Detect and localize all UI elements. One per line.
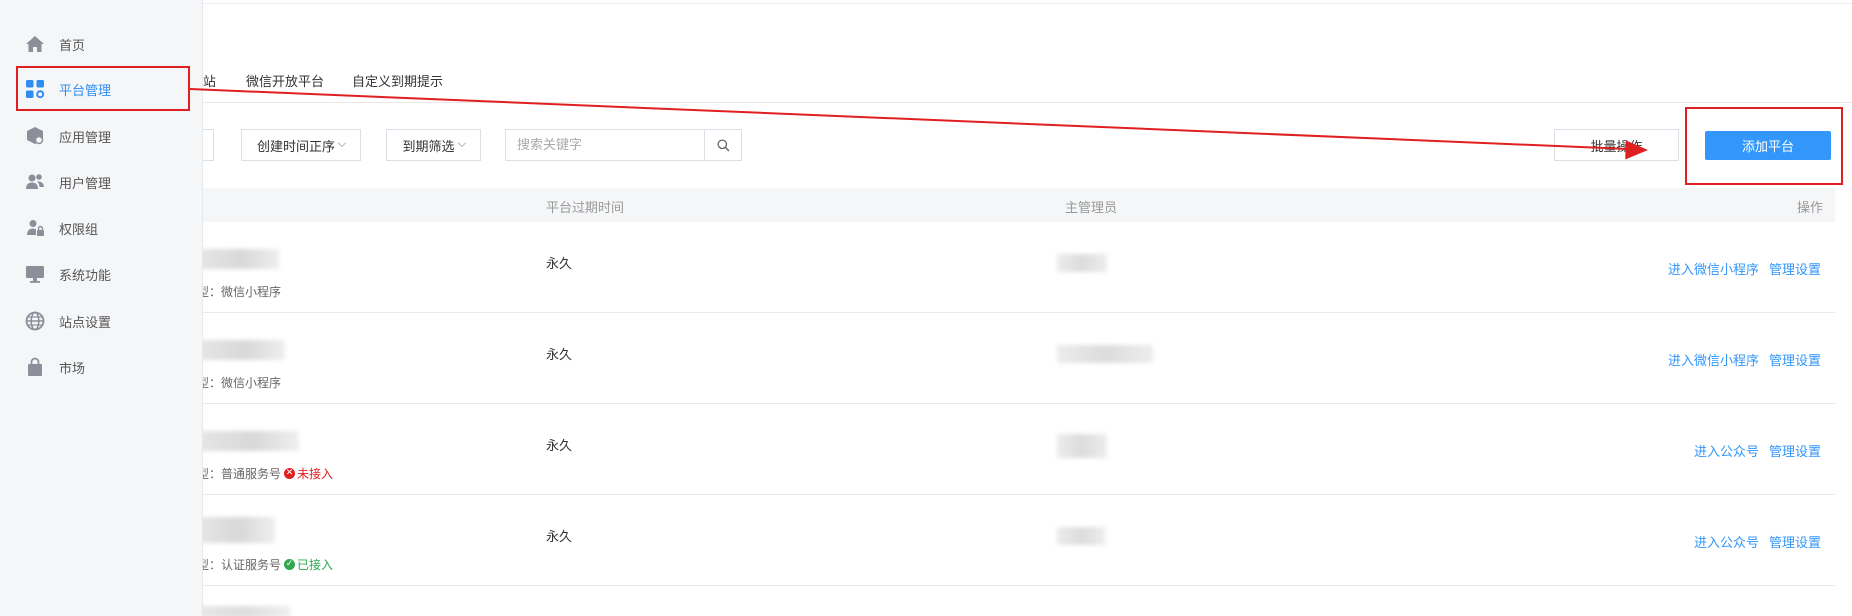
- filter-select-partial[interactable]: [203, 129, 214, 161]
- platform-type: 型：微信小程序: [197, 285, 282, 299]
- manage-settings-link[interactable]: 管理设置: [1769, 532, 1821, 551]
- blurred-platform-name: [197, 249, 279, 269]
- check-circle-icon: ✓: [284, 559, 296, 570]
- table-row: 型：认证服务号 ✓ 已接入 永久 进入公众号 管理设置: [197, 495, 1835, 586]
- expiry-value: 永久: [546, 530, 573, 545]
- column-header-expiry: 平台过期时间: [546, 201, 625, 216]
- table-row: 型：微信小程序 永久 进入微信小程序 管理设置: [197, 313, 1835, 404]
- users-icon: [25, 172, 45, 192]
- status-badge: ✕ 未接入: [284, 467, 334, 481]
- blurred-admin-name: [1057, 527, 1105, 545]
- status-badge: ✓ 已接入: [284, 558, 334, 572]
- enter-platform-link[interactable]: 进入公众号: [1694, 441, 1759, 460]
- app-box-icon: [25, 126, 45, 146]
- sidebar-item-permissions[interactable]: 权限组: [0, 206, 203, 250]
- globe-icon: [25, 311, 45, 331]
- column-header-actions: 操作: [1796, 201, 1823, 216]
- sidebar-item-label: 站点设置: [59, 315, 112, 331]
- divider: [203, 3, 1852, 4]
- row-actions: 进入微信小程序 管理设置: [1668, 350, 1821, 369]
- column-header-admin: 主管理员: [1065, 201, 1118, 216]
- sidebar-item-users[interactable]: 用户管理: [0, 160, 203, 204]
- sidebar-item-label: 用户管理: [59, 176, 112, 192]
- expiry-filter-label: 到期筛选: [402, 139, 455, 155]
- tab-wechat-open-platform[interactable]: 微信开放平台: [246, 71, 324, 90]
- sidebar-item-home[interactable]: 首页: [0, 22, 203, 66]
- sidebar-item-system[interactable]: 系统功能: [0, 252, 203, 296]
- search-button[interactable]: [704, 130, 741, 160]
- expiry-filter-select[interactable]: 到期筛选: [386, 129, 481, 161]
- table-row: 型：普通服务号 ✕ 未接入 永久 进入公众号 管理设置: [197, 404, 1835, 495]
- sidebar-item-label: 首页: [59, 38, 86, 54]
- blurred-admin-name: [1057, 254, 1107, 272]
- chevron-down-icon: [337, 138, 347, 148]
- batch-actions-button[interactable]: 批量操作: [1554, 129, 1679, 161]
- blurred-admin-name: [1057, 434, 1107, 458]
- blurred-admin-name: [1057, 345, 1153, 363]
- sidebar-item-label: 系统功能: [59, 268, 112, 284]
- sort-select-label: 创建时间正序: [256, 139, 335, 155]
- sidebar-item-market[interactable]: 市场: [0, 345, 203, 389]
- sidebar-item-label: 权限组: [59, 222, 99, 238]
- search-icon: [716, 138, 729, 151]
- table-row: 型：微信小程序 永久 进入微信小程序 管理设置: [197, 222, 1835, 313]
- manage-settings-link[interactable]: 管理设置: [1769, 441, 1821, 460]
- page: 首页 平台管理 应用管理 用户管理 权限组 系统功能 站点设置 市场 站 微信开…: [0, 0, 1852, 616]
- expiry-value: 永久: [546, 439, 573, 454]
- monitor-icon: [25, 264, 45, 284]
- divider: [203, 102, 1852, 103]
- tab-custom-expiry-reminder[interactable]: 自定义到期提示: [352, 71, 443, 90]
- row-actions: 进入公众号 管理设置: [1694, 532, 1821, 551]
- tab-partial[interactable]: 站: [203, 71, 216, 90]
- manage-settings-link[interactable]: 管理设置: [1769, 350, 1821, 369]
- sidebar-item-label: 应用管理: [59, 130, 112, 146]
- sidebar-item-site-settings[interactable]: 站点设置: [0, 299, 203, 343]
- row-actions: 进入微信小程序 管理设置: [1668, 259, 1821, 278]
- blurred-platform-name: [197, 606, 291, 616]
- platform-type: 型：认证服务号 ✓ 已接入: [197, 558, 334, 572]
- table-header: 平台过期时间 主管理员 操作: [203, 188, 1835, 222]
- enter-platform-link[interactable]: 进入公众号: [1694, 532, 1759, 551]
- platform-type: 型：微信小程序: [197, 376, 282, 390]
- sidebar-item-label: 市场: [59, 361, 86, 377]
- expiry-value: 永久: [546, 257, 573, 272]
- platform-type: 型：普通服务号 ✕ 未接入: [197, 467, 334, 481]
- user-lock-icon: [25, 218, 45, 238]
- chevron-down-icon: [457, 138, 466, 148]
- manage-settings-link[interactable]: 管理设置: [1769, 259, 1821, 278]
- annotation-highlight-box: [16, 66, 190, 111]
- blurred-platform-name: [197, 340, 285, 360]
- expiry-value: 永久: [546, 348, 573, 363]
- sort-select[interactable]: 创建时间正序: [241, 129, 361, 161]
- enter-platform-link[interactable]: 进入微信小程序: [1668, 350, 1759, 369]
- annotation-highlight-box: [1685, 107, 1843, 185]
- enter-platform-link[interactable]: 进入微信小程序: [1668, 259, 1759, 278]
- search-box: [505, 129, 742, 161]
- blurred-platform-name: [197, 431, 299, 451]
- row-actions: 进入公众号 管理设置: [1694, 441, 1821, 460]
- main-content: 站 微信开放平台 自定义到期提示 创建时间正序 到期筛选 批量操作 添加平台 平…: [197, 0, 1852, 616]
- sidebar-item-apps[interactable]: 应用管理: [0, 114, 203, 158]
- home-icon: [25, 34, 45, 54]
- error-circle-icon: ✕: [284, 468, 296, 479]
- search-input[interactable]: [506, 130, 704, 160]
- shopping-bag-icon: [25, 357, 45, 377]
- blurred-platform-name: [197, 517, 275, 543]
